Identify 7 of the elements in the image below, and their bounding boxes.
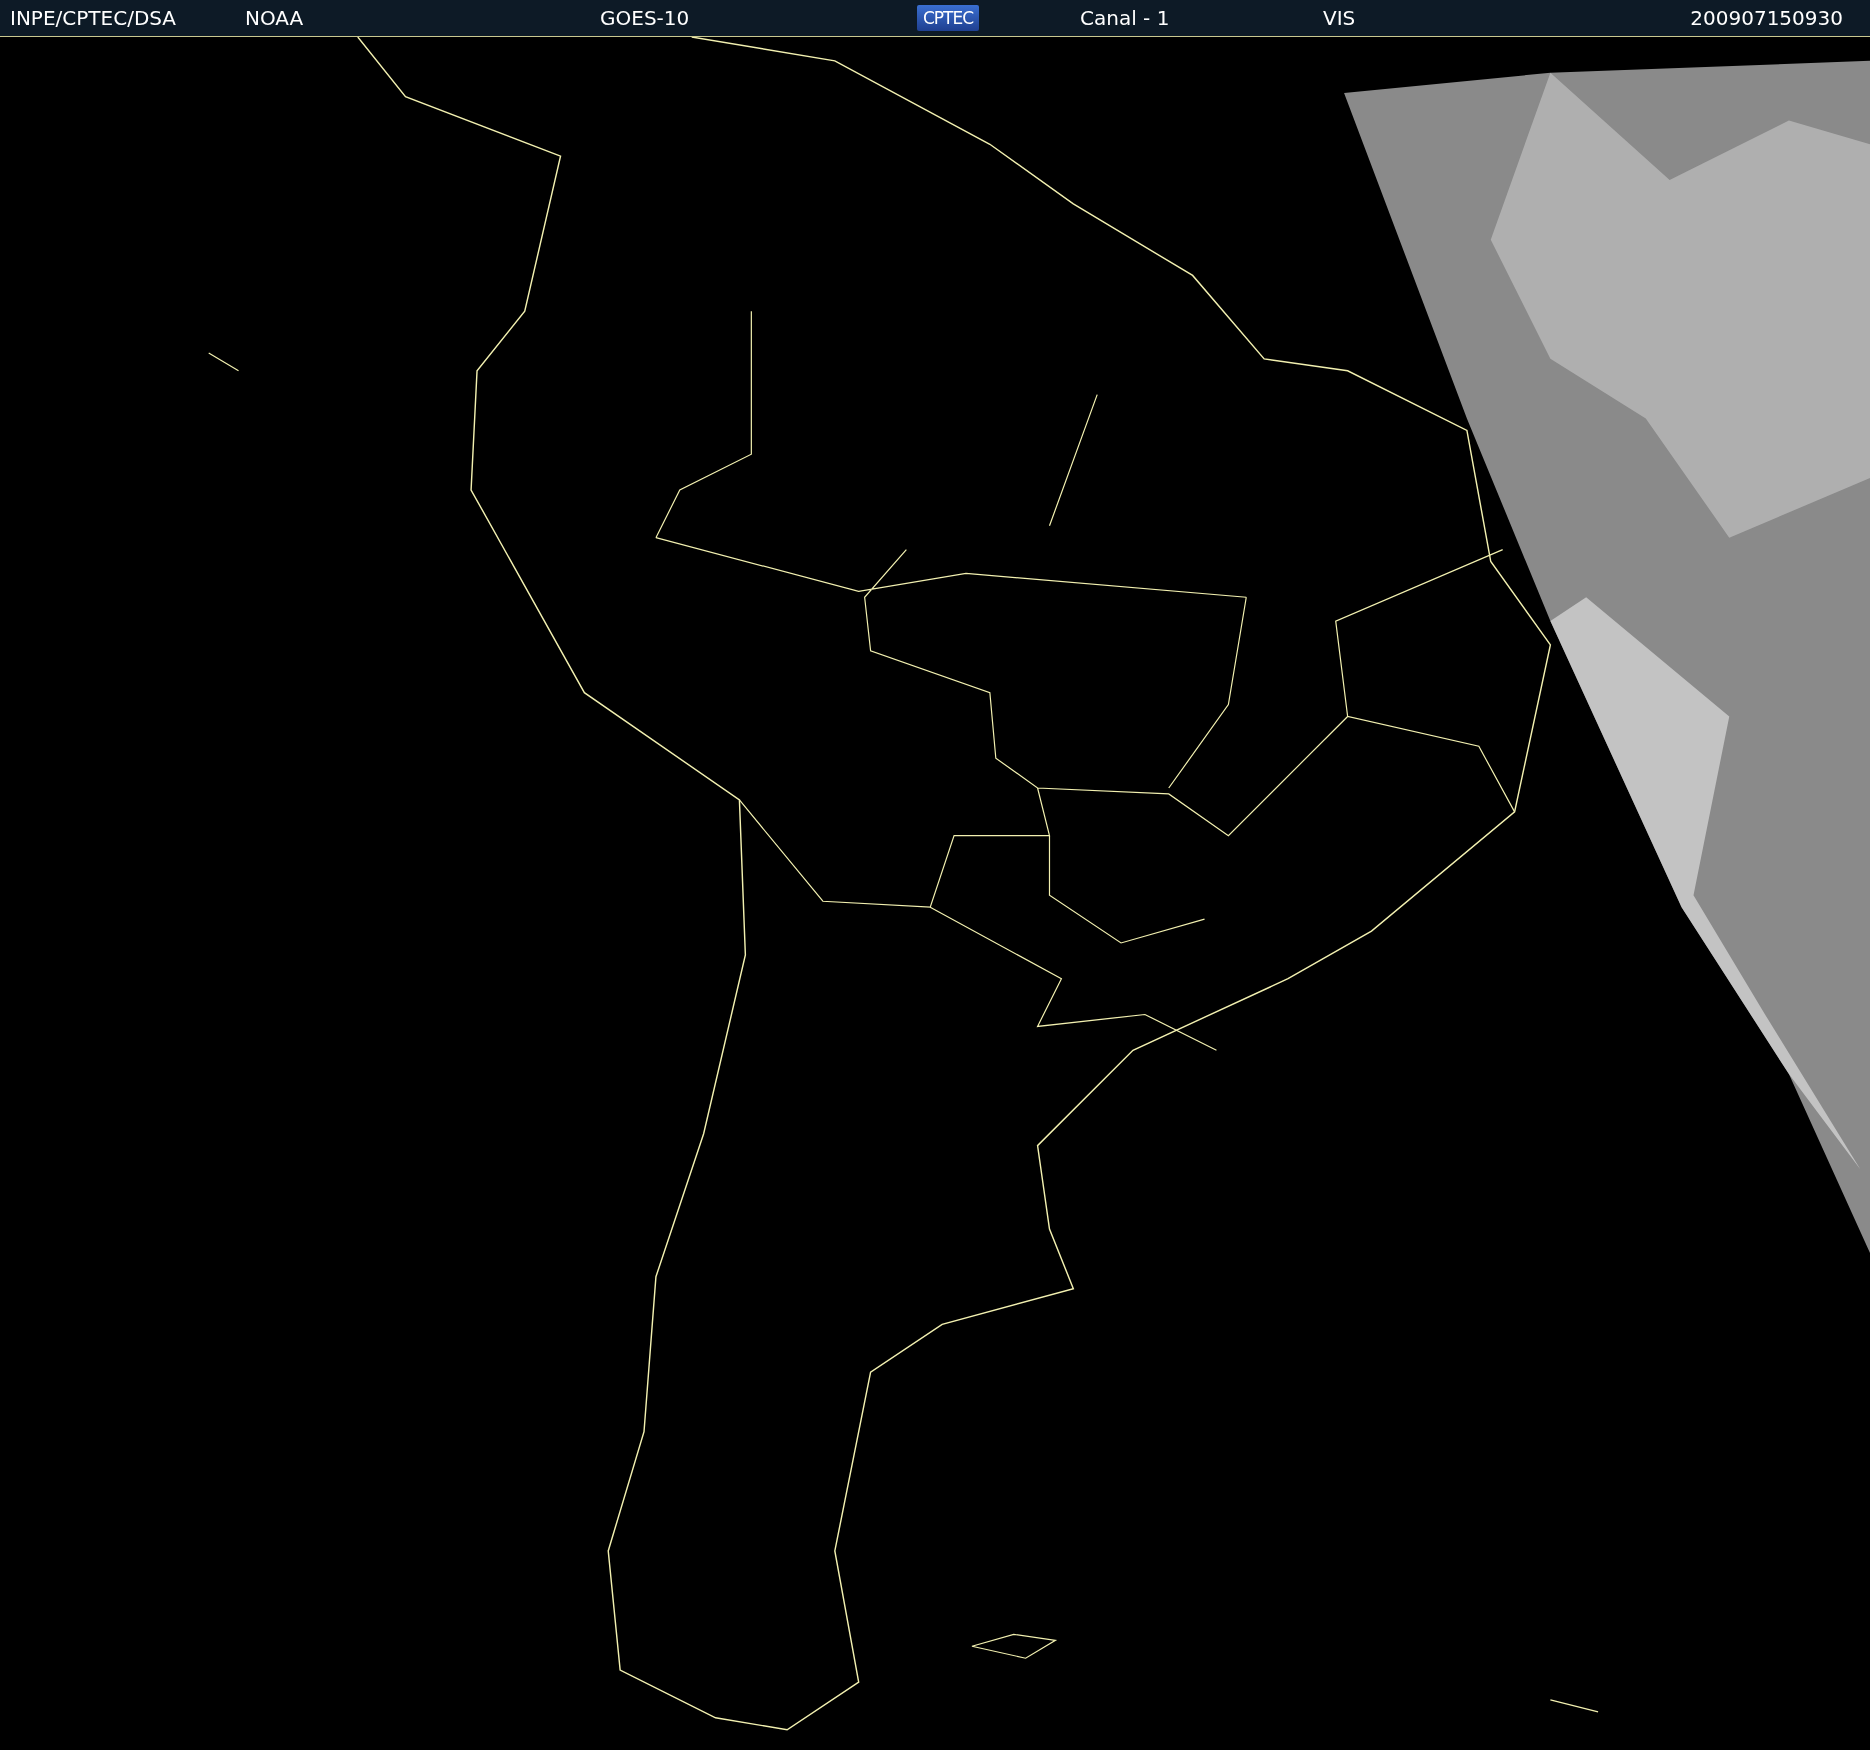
timestamp-label: 200907150930: [1690, 6, 1843, 30]
channel-label: Canal - 1: [1080, 6, 1170, 30]
band-label: VIS: [1323, 6, 1356, 30]
source-label: INPE/CPTEC/DSA: [10, 6, 177, 30]
satellite-label: GOES-10: [600, 6, 690, 30]
agency-label: NOAA: [245, 6, 304, 30]
logo: CPTEC: [917, 5, 980, 31]
